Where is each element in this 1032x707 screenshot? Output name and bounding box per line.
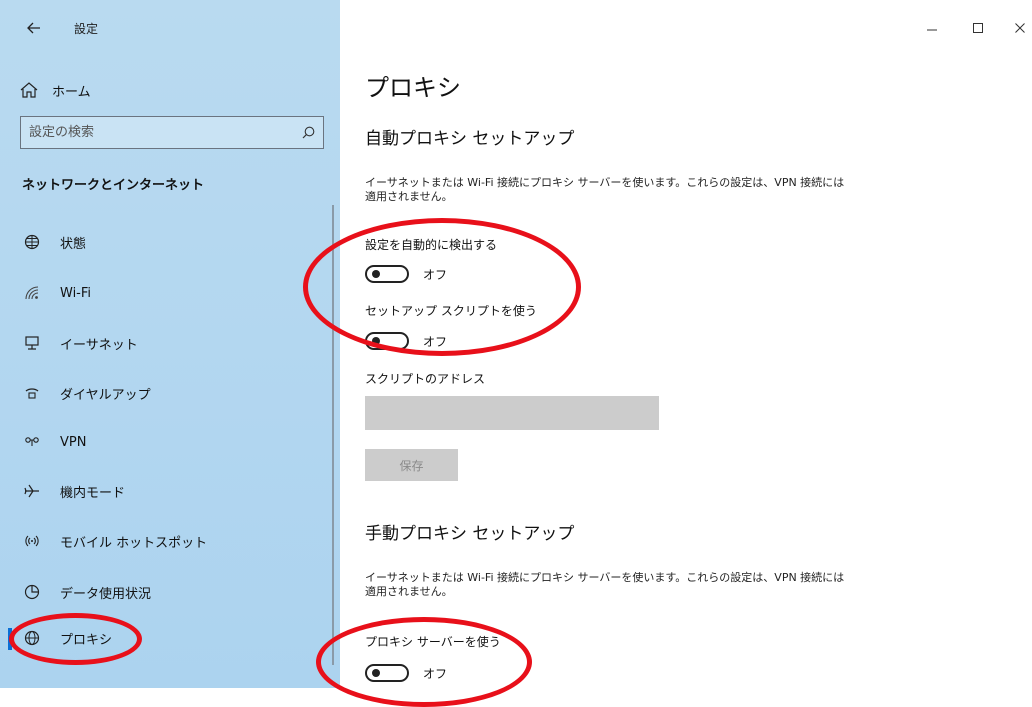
search-box[interactable] (20, 116, 324, 149)
sidebar-item-label: モバイル ホットスポット (60, 535, 208, 551)
home-label: ホーム (52, 84, 91, 100)
sidebar-item-label: 機内モード (60, 485, 126, 501)
sidebar-item-label: 状態 (60, 236, 87, 252)
use-proxy-row: オフ (365, 662, 447, 684)
toggle-knob (372, 337, 380, 345)
setup-script-state: オフ (423, 334, 448, 349)
use-proxy-state: オフ (423, 666, 448, 681)
auto-proxy-heading: 自動プロキシ セットアップ (365, 129, 575, 149)
toggle-knob (372, 669, 380, 677)
detect-settings-toggle[interactable] (365, 265, 409, 283)
close-button[interactable] (1008, 16, 1032, 40)
ethernet-icon (22, 333, 42, 353)
search-input[interactable] (21, 124, 293, 141)
sidebar-item-label: プロキシ (60, 632, 113, 648)
sidebar-item-label: ダイヤルアップ (60, 387, 151, 403)
save-button[interactable]: 保存 (365, 449, 458, 481)
wifi-icon (22, 283, 42, 303)
use-proxy-toggle[interactable] (365, 664, 409, 682)
home-icon (20, 82, 38, 98)
section-title: ネットワークとインターネット (22, 178, 205, 193)
main-content: プロキシ 自動プロキシ セットアップ イーサネットまたは Wi-Fi 接続にプロ… (365, 0, 1005, 688)
sidebar-item-label: Wi-Fi (60, 285, 92, 301)
use-proxy-label: プロキシ サーバーを使う (365, 635, 501, 649)
setup-script-row: オフ (365, 330, 447, 352)
detect-settings-row: オフ (365, 263, 447, 285)
status-globe-icon (22, 232, 42, 252)
sidebar-scrollbar[interactable] (332, 205, 334, 665)
sidebar-item-proxy[interactable]: プロキシ (0, 618, 330, 658)
sidebar-item-status[interactable]: 状態 (0, 222, 330, 262)
home-link[interactable]: ホーム (20, 76, 320, 104)
script-address-label: スクリプトのアドレス (365, 372, 486, 386)
sidebar-item-wifi[interactable]: Wi-Fi (0, 273, 330, 313)
sidebar-item-ethernet[interactable]: イーサネット (0, 323, 330, 363)
app-title: 設定 (74, 22, 99, 36)
toggle-knob (372, 270, 380, 278)
sidebar: 設定 ホーム ネットワークとインターネット 状態 Wi-Fi イーサネット ダイ… (0, 0, 340, 688)
data-usage-icon (22, 582, 42, 602)
manual-proxy-heading: 手動プロキシ セットアップ (365, 524, 575, 544)
airplane-icon (22, 481, 42, 501)
sidebar-item-label: イーサネット (60, 337, 138, 353)
back-button[interactable] (22, 16, 46, 40)
close-icon (1015, 23, 1025, 33)
setup-script-toggle[interactable] (365, 332, 409, 350)
back-arrow-icon (27, 22, 40, 34)
sidebar-item-label: VPN (60, 434, 87, 450)
setup-script-label: セットアップ スクリプトを使う (365, 304, 537, 318)
sidebar-item-hotspot[interactable]: モバイル ホットスポット (0, 521, 330, 561)
vpn-icon (22, 432, 42, 452)
page-title: プロキシ (365, 74, 461, 102)
sidebar-item-dialup[interactable]: ダイヤルアップ (0, 373, 330, 413)
manual-proxy-description: イーサネットまたは Wi-Fi 接続にプロキシ サーバーを使います。これらの設定… (365, 571, 845, 598)
dialup-icon (22, 383, 42, 403)
auto-proxy-description: イーサネットまたは Wi-Fi 接続にプロキシ サーバーを使います。これらの設定… (365, 176, 845, 203)
sidebar-item-data-usage[interactable]: データ使用状況 (0, 572, 330, 612)
detect-settings-label: 設定を自動的に検出する (365, 238, 498, 252)
hotspot-icon (22, 531, 42, 551)
search-icon[interactable] (293, 118, 323, 148)
script-address-input[interactable] (365, 396, 659, 430)
sidebar-item-label: データ使用状況 (60, 586, 152, 602)
sidebar-item-airplane[interactable]: 機内モード (0, 471, 330, 511)
detect-settings-state: オフ (423, 267, 448, 282)
sidebar-item-vpn[interactable]: VPN (0, 422, 330, 462)
globe-icon (22, 628, 42, 648)
